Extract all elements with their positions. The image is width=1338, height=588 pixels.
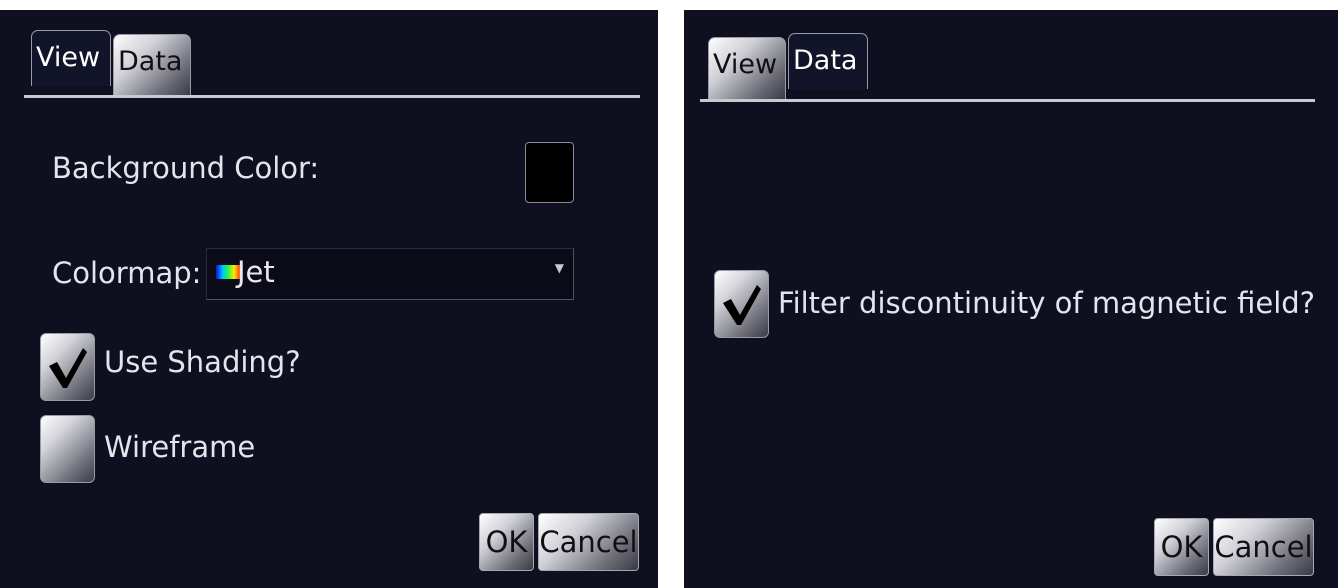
- ok-button[interactable]: OK: [1154, 518, 1209, 576]
- colormap-label: Colormap:: [52, 256, 202, 290]
- checkmark-icon: [49, 348, 87, 388]
- checkmark-icon: [723, 285, 761, 325]
- tab-data[interactable]: Data: [113, 34, 191, 96]
- colormap-value: Jet: [237, 255, 275, 289]
- use-shading-label: Use Shading?: [104, 345, 301, 379]
- use-shading-checkbox[interactable]: [40, 333, 95, 401]
- colormap-select[interactable]: Jet ▼: [206, 248, 574, 300]
- dropdown-arrow-icon: ▼: [554, 261, 564, 275]
- filter-discontinuity-checkbox[interactable]: [714, 270, 769, 338]
- tab-view[interactable]: View: [708, 37, 786, 99]
- tab-divider: [700, 99, 1315, 102]
- tab-data[interactable]: Data: [788, 33, 868, 89]
- background-color-swatch[interactable]: [525, 142, 574, 203]
- ok-button[interactable]: OK: [479, 513, 534, 571]
- cancel-button[interactable]: Cancel: [538, 513, 639, 571]
- cancel-button[interactable]: Cancel: [1213, 518, 1314, 576]
- background-color-label: Background Color:: [52, 151, 320, 185]
- wireframe-checkbox[interactable]: [40, 415, 95, 483]
- tab-divider: [24, 95, 640, 98]
- settings-dialog-view-tab: View Data Background Color: Colormap: Je…: [0, 10, 658, 588]
- wireframe-label: Wireframe: [104, 430, 256, 464]
- tab-view[interactable]: View: [31, 30, 111, 86]
- settings-dialog-data-tab: View Data Filter discontinuity of magnet…: [684, 10, 1338, 588]
- filter-discontinuity-label: Filter discontinuity of magnetic field?: [778, 286, 1316, 320]
